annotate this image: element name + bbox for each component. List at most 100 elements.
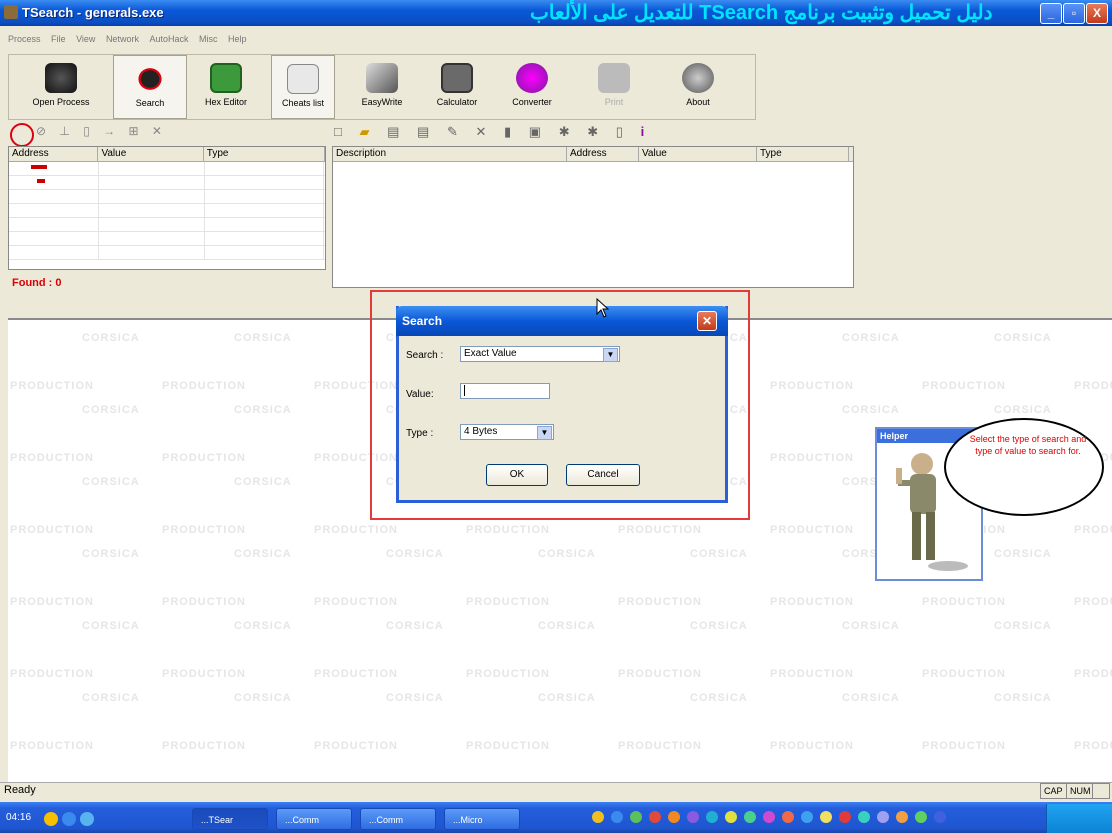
tray-app-icon[interactable] bbox=[877, 811, 889, 823]
menu-file[interactable]: File bbox=[51, 34, 66, 44]
col-description[interactable]: Description bbox=[333, 147, 567, 161]
close-button[interactable]: X bbox=[1086, 3, 1108, 24]
lock-icon[interactable]: ▯ bbox=[616, 124, 623, 139]
col-type[interactable]: Type bbox=[757, 147, 849, 161]
data-type-select[interactable]: 4 Bytes ▼ bbox=[460, 424, 554, 440]
table-row[interactable] bbox=[9, 162, 325, 176]
open-process-button[interactable]: Open Process bbox=[11, 55, 111, 119]
tray-app-icon[interactable] bbox=[896, 811, 908, 823]
watermark-text: PRODUCTION bbox=[10, 740, 94, 752]
tray-app-icon[interactable] bbox=[649, 811, 661, 823]
tray-app-icon[interactable] bbox=[706, 811, 718, 823]
delete-icon[interactable]: ✕ bbox=[152, 124, 162, 138]
search-type-value: Exact Value bbox=[464, 348, 517, 359]
col-value[interactable]: Value bbox=[98, 147, 204, 161]
dialog-close-button[interactable]: ✕ bbox=[697, 311, 717, 331]
col-address[interactable]: Address bbox=[9, 147, 99, 161]
print-button[interactable]: Print bbox=[579, 55, 649, 119]
arrow-right-icon[interactable]: → bbox=[103, 124, 115, 138]
new-icon[interactable]: □ bbox=[334, 124, 342, 139]
quicklaunch-icon[interactable] bbox=[44, 812, 58, 826]
activate-icon[interactable]: ✱ bbox=[559, 124, 570, 139]
about-button[interactable]: About bbox=[663, 55, 733, 119]
tray-app-icon[interactable] bbox=[630, 811, 642, 823]
chevron-down-icon[interactable]: ▼ bbox=[537, 426, 552, 440]
minimize-button[interactable]: _ bbox=[1040, 3, 1062, 24]
save-icon[interactable]: ▤ bbox=[387, 124, 399, 139]
table-row[interactable] bbox=[9, 190, 325, 204]
calculator-button[interactable]: Calculator bbox=[425, 55, 489, 119]
tray-app-icon[interactable] bbox=[820, 811, 832, 823]
helper-message: Select the type of search and type of va… bbox=[969, 434, 1087, 456]
watermark-text: PRODUCTION bbox=[770, 524, 854, 536]
menu-help[interactable]: Help bbox=[228, 34, 247, 44]
edit-icon[interactable]: ✎ bbox=[447, 124, 458, 139]
col-address[interactable]: Address bbox=[567, 147, 639, 161]
search-icon[interactable] bbox=[10, 123, 34, 147]
open-folder-icon[interactable]: ▰ bbox=[359, 124, 369, 139]
task-comm-1[interactable]: ...Comm bbox=[276, 808, 352, 830]
results-table[interactable]: Address Value Type bbox=[8, 146, 326, 270]
clear-icon[interactable]: ⊘ bbox=[36, 124, 46, 138]
tray-app-icon[interactable] bbox=[801, 811, 813, 823]
hex-editor-icon bbox=[210, 63, 242, 93]
col-value[interactable]: Value bbox=[639, 147, 757, 161]
ok-button[interactable]: OK bbox=[486, 464, 548, 486]
tray-app-icon[interactable] bbox=[915, 811, 927, 823]
tray-app-icon[interactable] bbox=[725, 811, 737, 823]
search-button[interactable]: Search bbox=[113, 55, 187, 119]
watermark-text: PRODUCTION bbox=[162, 524, 246, 536]
table-row[interactable] bbox=[9, 246, 325, 260]
tray-app-icon[interactable] bbox=[782, 811, 794, 823]
quicklaunch-icon[interactable] bbox=[80, 812, 94, 826]
menu-network[interactable]: Network bbox=[106, 34, 139, 44]
tray-app-icon[interactable] bbox=[668, 811, 680, 823]
quicklaunch-icon[interactable] bbox=[62, 812, 76, 826]
copy-icon[interactable]: ▯ bbox=[83, 124, 90, 138]
save-as-icon[interactable]: ▤ bbox=[417, 124, 429, 139]
tray-app-icon[interactable] bbox=[839, 811, 851, 823]
table-row[interactable] bbox=[9, 204, 325, 218]
cheats-table[interactable]: Description Address Value Type bbox=[332, 146, 854, 288]
value-input[interactable] bbox=[460, 383, 550, 399]
task-comm-2[interactable]: ...Comm bbox=[360, 808, 436, 830]
chevron-down-icon[interactable]: ▼ bbox=[603, 348, 618, 362]
trash-icon[interactable]: ▮ bbox=[504, 124, 511, 139]
tray-app-icon[interactable] bbox=[744, 811, 756, 823]
tray-app-icon[interactable] bbox=[934, 811, 946, 823]
cancel-button[interactable]: Cancel bbox=[566, 464, 640, 486]
menu-misc[interactable]: Misc bbox=[199, 34, 218, 44]
col-type[interactable]: Type bbox=[204, 147, 325, 161]
table-row[interactable] bbox=[9, 218, 325, 232]
task-tsearch[interactable]: ...TSear bbox=[192, 808, 268, 830]
task-micro[interactable]: ...Micro bbox=[444, 808, 520, 830]
tray-app-icon[interactable] bbox=[858, 811, 870, 823]
menu-autohack[interactable]: AutoHack bbox=[149, 34, 188, 44]
info-icon[interactable]: i bbox=[641, 124, 645, 139]
menu-view[interactable]: View bbox=[76, 34, 95, 44]
tray-app-icon[interactable] bbox=[611, 811, 623, 823]
maximize-button[interactable]: ▫ bbox=[1063, 3, 1085, 24]
easywrite-button[interactable]: EasyWrite bbox=[347, 55, 417, 119]
tray-app-icon[interactable] bbox=[687, 811, 699, 823]
dialog-title-bar[interactable] bbox=[396, 306, 728, 336]
menu-process[interactable]: Process bbox=[8, 34, 41, 44]
table-row[interactable] bbox=[9, 232, 325, 246]
table-row[interactable] bbox=[9, 176, 325, 190]
notification-area[interactable] bbox=[1046, 804, 1112, 833]
deactivate-icon[interactable]: ✱ bbox=[587, 124, 598, 139]
tray-app-icon[interactable] bbox=[592, 811, 604, 823]
watermark-text: PRODUCTION bbox=[618, 740, 702, 752]
found-count: Found : 0 bbox=[12, 277, 62, 289]
tray-app-icon[interactable] bbox=[763, 811, 775, 823]
pin-icon[interactable]: ⊥ bbox=[59, 124, 69, 138]
add-icon[interactable]: ⊞ bbox=[129, 124, 139, 138]
hex-editor-button[interactable]: Hex Editor bbox=[193, 55, 259, 119]
properties-icon[interactable]: ▣ bbox=[529, 124, 541, 139]
converter-button[interactable]: Converter bbox=[497, 55, 567, 119]
dialog-title: Search bbox=[402, 314, 443, 328]
delete-icon[interactable]: ✕ bbox=[475, 124, 486, 139]
search-type-select[interactable]: Exact Value ▼ bbox=[460, 346, 620, 362]
watermark-text: CORSICA bbox=[82, 332, 140, 344]
cheats-list-button[interactable]: Cheats list bbox=[271, 55, 335, 119]
